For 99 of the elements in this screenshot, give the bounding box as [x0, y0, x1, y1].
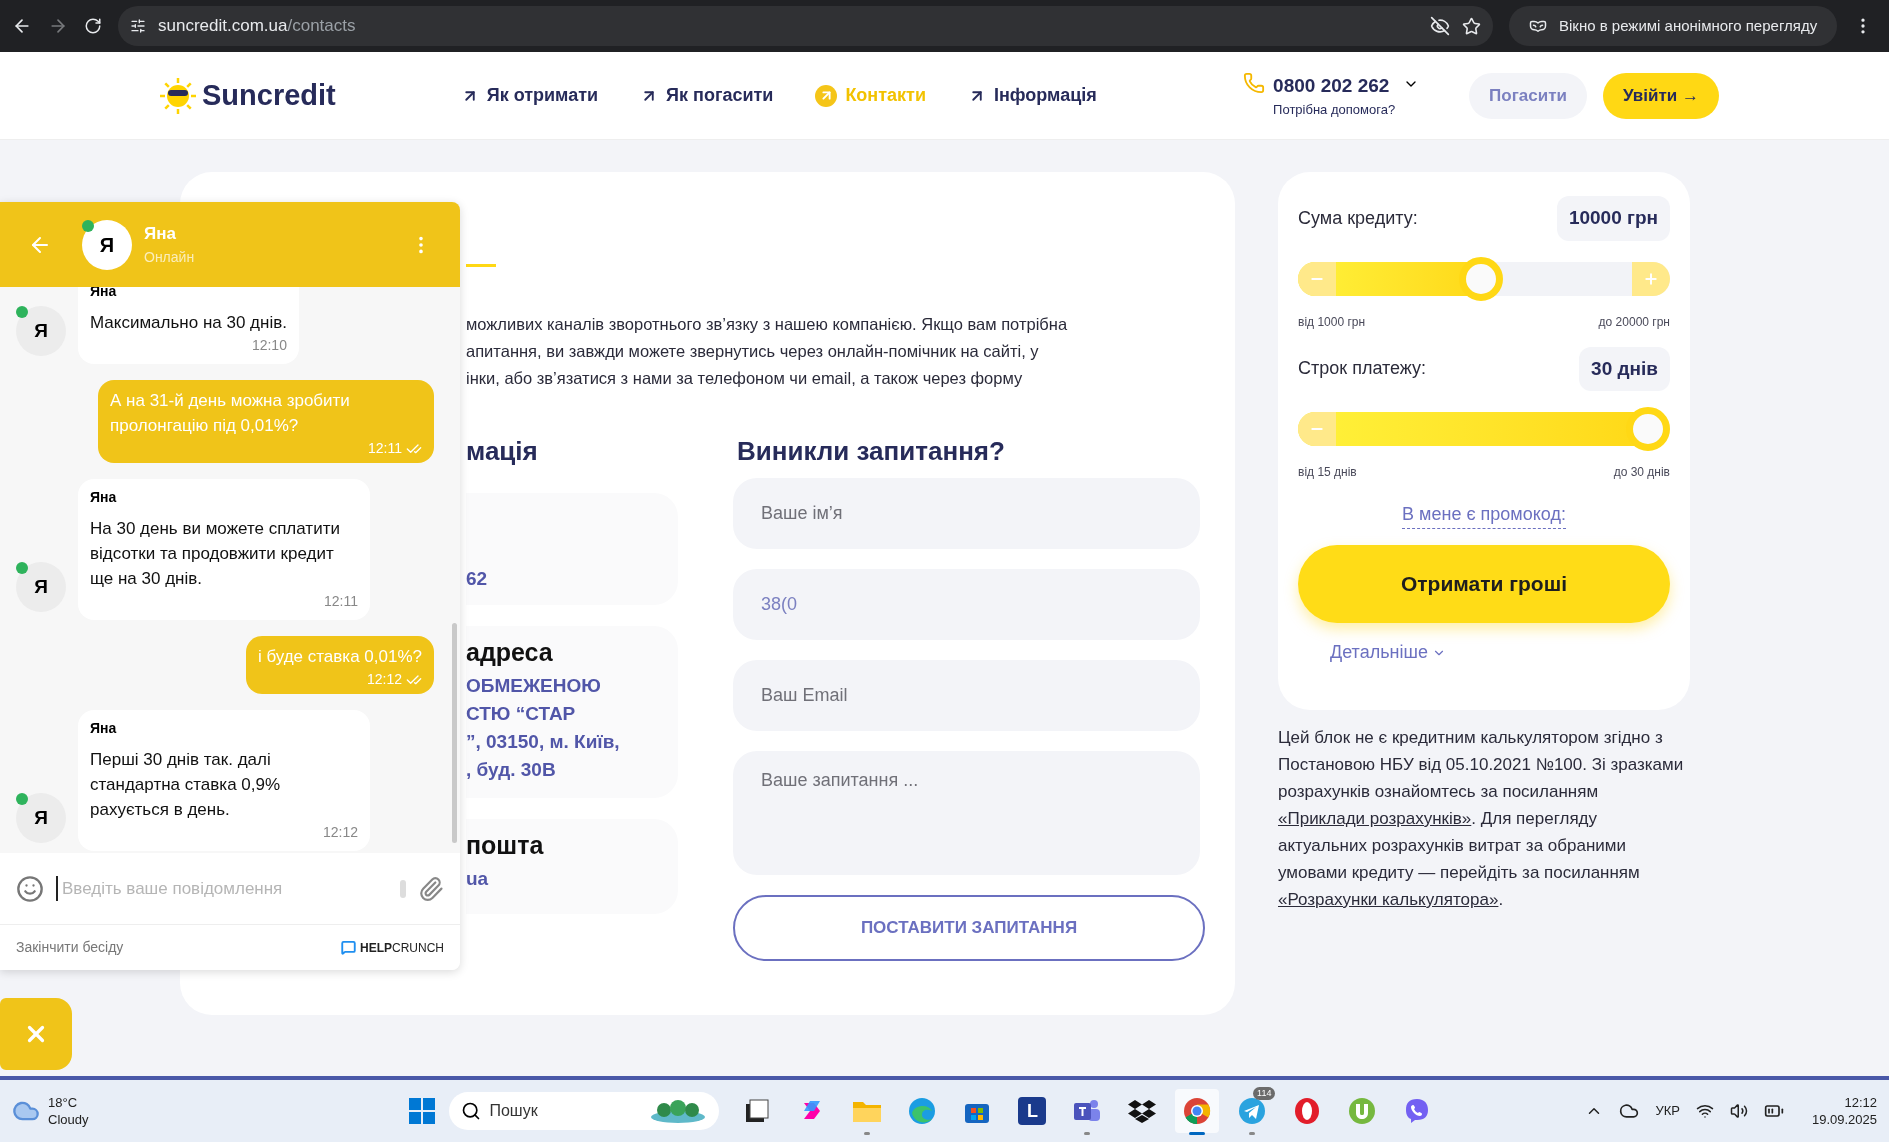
avatar-letter: Я	[34, 318, 48, 343]
clock-time[interactable]: 12:12	[1844, 1094, 1877, 1111]
phone-icon	[1243, 71, 1266, 94]
slider-track[interactable]	[1298, 407, 1670, 451]
count-badge: 114	[1253, 1087, 1276, 1100]
message-field[interactable]: Введіть ваше повідомлення	[56, 875, 388, 902]
sender-name: Яна	[90, 287, 118, 301]
agent-name: Яна	[144, 223, 177, 246]
promo-link[interactable]: В мене є промокод:	[1402, 501, 1566, 529]
info-card-title: адреса	[466, 637, 554, 668]
phone-number[interactable]: 0800 202 262	[1273, 71, 1396, 100]
sun-logo-icon	[158, 75, 198, 116]
url-text: suncredit.com.ua/contacts	[158, 15, 356, 38]
nav-link[interactable]: Інформація	[967, 82, 1097, 109]
slider-label: Строк платежу:	[1298, 357, 1427, 381]
nav-link[interactable]: Як погасити	[640, 82, 774, 109]
box-icon[interactable]	[1128, 1098, 1157, 1124]
brand-text: HELPCRUNCH	[360, 939, 444, 957]
info-card-text: ua	[466, 866, 490, 891]
form-field[interactable]: Ваш Email	[733, 660, 1200, 731]
form-heading: Виникли запитання?	[736, 435, 1006, 468]
eye-off-icon[interactable]	[1430, 16, 1450, 36]
message-text: і буде ставка 0,01%?	[257, 646, 422, 668]
brand-logo-icon	[341, 940, 356, 955]
message-time: 12:10	[251, 336, 287, 355]
clock-date[interactable]: 19.09.2025	[1811, 1111, 1877, 1128]
slider-thumb[interactable]	[1626, 407, 1670, 451]
section-heading: мація	[466, 435, 539, 468]
message-time: 12:11	[368, 439, 402, 458]
search-icon	[461, 1101, 482, 1121]
get-money-button[interactable]: Отримати гроші	[1298, 545, 1670, 623]
leaf-circle-icon[interactable]	[1348, 1097, 1377, 1125]
attach-icon[interactable]	[418, 875, 444, 902]
window-icon[interactable]	[744, 1098, 771, 1124]
slider-max: до 30 днів	[1613, 464, 1670, 481]
info-card-text: СТЮ “СТАР	[466, 701, 577, 726]
slider-value: 30 днів	[1579, 346, 1670, 391]
help-text: Потрібна допомога?	[1273, 101, 1396, 119]
browser-icon[interactable]	[1183, 1097, 1212, 1125]
address-bar[interactable]: suncredit.com.ua/contacts	[118, 6, 1493, 46]
info-card-text: 62	[466, 567, 489, 591]
avatar-letter: Я	[34, 805, 48, 830]
submit-button[interactable]: ПОСТАВИТИ ЗАПИТАННЯ	[733, 895, 1205, 961]
form-field[interactable]: Ваше ім’я	[733, 478, 1200, 549]
info-card-text: ”, 03150, м. Київ,	[466, 729, 621, 754]
slider-min: від 15 днів	[1298, 464, 1357, 481]
slider-min: від 1000 грн	[1298, 313, 1366, 331]
reload-icon[interactable]	[84, 17, 102, 35]
end-chat-link[interactable]: Закінчити бесіду	[16, 937, 124, 958]
sender-name: Яна	[90, 488, 118, 507]
search-box[interactable]: Пошук	[449, 1092, 720, 1130]
message-text: Перші 30 днів так. далі стандартна ставка 0,9% рахується в день.	[90, 749, 282, 821]
slider-label: Сума кредиту:	[1298, 206, 1418, 230]
disclaimer-text: Цей блок не є кредитним калькулятором згідно з Постановою НБУ від 05.10.2021 №100. Зі зразками розрахунків ознайомтесь за посиланням «Приклади розрахунків». Для перегляду актуальних розрахунків витрат за обраними умовами кредиту — перейдіть за посиланням «Розрахунки калькулятора».	[1278, 727, 1685, 911]
incognito-badge[interactable]: Вікно в режимі анонімного перегляду	[1509, 6, 1838, 46]
message-text: На 30 день ви можете сплатити відсотки та продовжити кредит ще на 30 днів.	[90, 518, 341, 590]
star-icon[interactable]	[1462, 16, 1481, 36]
heading-underline	[466, 264, 496, 267]
emoji-icon[interactable]	[16, 874, 44, 903]
divider-bar	[400, 879, 406, 898]
calculation-link[interactable]: «Приклади розрахунків»	[1278, 809, 1472, 828]
search-highlight-icon	[649, 1098, 708, 1124]
wave-circle-icon[interactable]	[908, 1097, 937, 1125]
slider-max: до 20000 грн	[1598, 313, 1670, 331]
nav-link[interactable]: Як отримати	[460, 82, 599, 109]
slider-value: 10000 грн	[1556, 196, 1670, 241]
sender-name: Яна	[90, 719, 118, 738]
intro-text: інки, або зв’язатися з нами за телефоном чи email, а також через форму	[466, 368, 1024, 389]
info-card-text: ОБМЕЖЕНОЮ	[466, 673, 602, 698]
message-text: Максимально на 30 днів.	[90, 312, 287, 334]
logo-text[interactable]: Suncredit	[202, 73, 336, 118]
message-time: 12:12	[322, 823, 358, 842]
message-time: 12:12	[366, 670, 402, 689]
intro-text: можливих каналів зворотнього зв’язку з нашею компанією. Якщо вам потрібна	[466, 314, 1069, 335]
volume-icon[interactable]	[1729, 1102, 1748, 1120]
slider-track[interactable]	[1298, 256, 1670, 301]
temperature-text: 18°C	[48, 1094, 79, 1111]
agent-status: Онлайн	[144, 247, 195, 267]
wifi-icon[interactable]	[1695, 1102, 1714, 1120]
paper-plane-icon[interactable]	[1238, 1097, 1267, 1125]
cloud-icon[interactable]	[1619, 1101, 1640, 1121]
calculation-link[interactable]: «Розрахунки калькулятора»	[1278, 890, 1499, 909]
avatar-letter: Я	[34, 574, 48, 599]
windows-start-icon[interactable]	[408, 1097, 437, 1125]
app-icon[interactable]: L	[1018, 1097, 1047, 1125]
info-card-text: , буд. 30В	[466, 757, 557, 782]
details-link[interactable]: Детальніше	[1330, 639, 1446, 666]
message-text: А на 31-й день можна зробити пролонгацію під 0,01%?	[110, 390, 351, 437]
message-time: 12:11	[324, 592, 358, 611]
info-card-title: пошта	[466, 830, 545, 861]
weather-text: Cloudy	[48, 1111, 89, 1128]
language-indicator[interactable]: УКР	[1655, 1101, 1680, 1121]
login-button[interactable]: Увійти →	[1602, 72, 1719, 119]
site-settings-icon[interactable]	[130, 18, 146, 34]
question-field[interactable]: Ваше запитання ...	[733, 751, 1200, 875]
message-composer[interactable]: Введіть ваше повідомлення	[0, 853, 460, 925]
intro-text: апитання, ви завжди можете звернутись через онлайн-помічник на сайті, у	[466, 341, 1040, 362]
avatar-letter: Я	[99, 232, 115, 258]
ring-icon[interactable]	[1293, 1097, 1322, 1125]
